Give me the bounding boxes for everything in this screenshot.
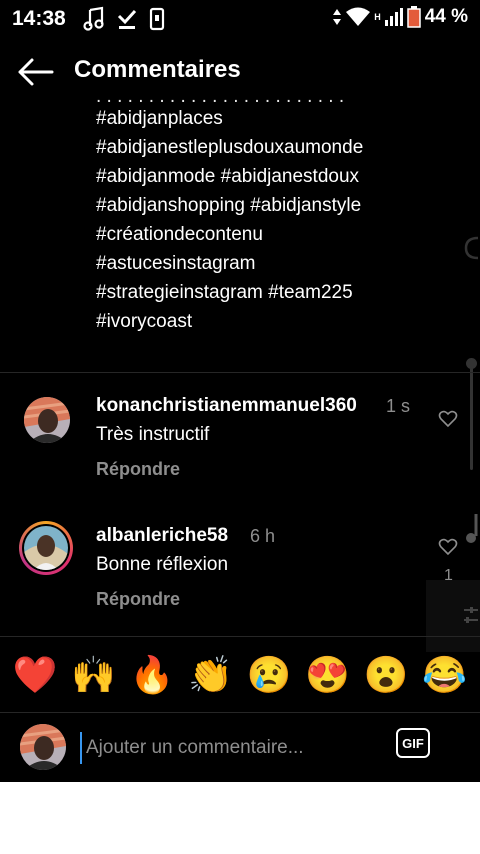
like-count[interactable]: 1: [444, 567, 453, 585]
reaction-laughing[interactable]: 😂: [420, 654, 470, 696]
quick-reactions-bar: ❤️ 🙌 🔥 👏 😢 😍 😮 😂: [0, 636, 480, 712]
caption-line[interactable]: #créationdecontenu: [96, 220, 426, 249]
signal-icon: [384, 8, 403, 26]
caption-cut-line: . . . . . . . . . . . . . . . . . . . . …: [96, 90, 345, 104]
post-caption: . . . . . . . . . . . . . . . . . . . . …: [96, 90, 426, 336]
avatar-image: [24, 397, 70, 443]
comments-screen: 14:38 H 44 % Commentaires . . . . . . . …: [0, 0, 480, 782]
story-ring[interactable]: [19, 521, 73, 575]
reaction-fire[interactable]: 🔥: [127, 654, 177, 696]
comment-time: 1 s: [386, 396, 411, 416]
data-arrows-icon: [333, 9, 342, 25]
caption-line[interactable]: #abidjanshopping #abidjanstyle: [96, 191, 426, 220]
reaction-crying[interactable]: 😢: [244, 654, 294, 696]
caption-line[interactable]: #ivorycoast: [96, 307, 426, 336]
scroll-thumb[interactable]: [466, 358, 477, 369]
comment-username[interactable]: albanleriche58: [96, 525, 228, 547]
comment-input[interactable]: [80, 732, 386, 764]
reply-button[interactable]: Répondre: [96, 459, 180, 480]
comment-text: Très instructif: [96, 424, 210, 445]
caption-line[interactable]: #astucesinstagram: [96, 249, 426, 278]
comment-item: konanchristianemmanuel360 1 s Très instr…: [0, 373, 480, 493]
heart-icon[interactable]: [438, 537, 458, 557]
reaction-heart-eyes[interactable]: 😍: [303, 654, 353, 696]
caption-line[interactable]: #abidjanestleplusdouxaumonde: [96, 133, 426, 162]
gif-label: GIF: [402, 735, 424, 751]
bell-icon: [464, 236, 479, 260]
comment-time: 6 h: [250, 526, 276, 546]
avatar[interactable]: [24, 397, 70, 443]
comment-text: Bonne réflexion: [96, 554, 229, 575]
page-title: Commentaires: [74, 56, 241, 83]
caption-line[interactable]: #abidjanplaces: [96, 104, 426, 133]
wifi-icon: [346, 7, 371, 26]
phone-vibrate-icon: [149, 7, 165, 31]
caption-line[interactable]: #strategieinstagram #team225: [96, 278, 426, 307]
comment-item: albanleriche58 6 h Bonne réflexion Répon…: [0, 503, 480, 623]
avatar-image: [20, 724, 66, 770]
heart-icon[interactable]: [438, 409, 458, 429]
arrow-left-icon: [18, 58, 54, 86]
network-type-label: H: [374, 12, 381, 22]
gif-button[interactable]: GIF: [396, 728, 430, 758]
battery-icon: [406, 6, 421, 28]
reaction-raised-hands[interactable]: 🙌: [69, 654, 119, 696]
comment-username[interactable]: konanchristianemmanuel360: [96, 395, 357, 417]
download-done-icon: [117, 9, 137, 29]
avatar-image: [24, 526, 68, 570]
status-bar: 14:38 H 44 %: [0, 0, 480, 38]
reply-button[interactable]: Répondre: [96, 589, 180, 610]
caption-line[interactable]: #abidjanmode #abidjanestdoux: [96, 162, 426, 191]
reaction-surprised[interactable]: 😮: [361, 654, 411, 696]
notification-icons: [82, 6, 166, 32]
music-note-icon: [83, 6, 104, 31]
status-time: 14:38: [12, 7, 66, 30]
reaction-heart[interactable]: ❤️: [10, 654, 60, 696]
system-status: H 44 %: [332, 6, 468, 28]
user-avatar: [20, 724, 66, 770]
battery-level: 44 %: [424, 6, 468, 27]
reaction-clapping[interactable]: 👏: [186, 654, 236, 696]
back-button[interactable]: [16, 54, 56, 90]
avatar[interactable]: [24, 526, 68, 570]
